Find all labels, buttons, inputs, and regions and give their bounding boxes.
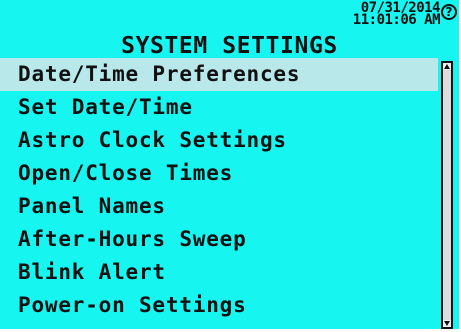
page-title: SYSTEM SETTINGS: [121, 33, 338, 59]
menu-item-blink-alert[interactable]: Blink Alert: [0, 256, 438, 289]
current-time: 11:01:06 AM: [352, 12, 441, 28]
system-settings-screen: 07/31/2014 11:01:06 AM ? SYSTEM SETTINGS…: [0, 0, 461, 329]
menu-scrollbar[interactable]: [441, 61, 453, 329]
help-icon[interactable]: ?: [441, 4, 457, 20]
settings-menu: Date/Time Preferences Set Date/Time Astr…: [0, 58, 438, 322]
menu-item-set-date-time[interactable]: Set Date/Time: [0, 91, 438, 124]
menu-item-astro-clock-settings[interactable]: Astro Clock Settings: [0, 124, 438, 157]
menu-item-date-time-preferences[interactable]: Date/Time Preferences: [0, 58, 438, 91]
menu-item-panel-names[interactable]: Panel Names: [0, 190, 438, 223]
scroll-up-icon[interactable]: [443, 63, 451, 70]
scroll-down-icon[interactable]: [443, 320, 451, 327]
date-time-display: 07/31/2014 11:01:06 AM: [300, 1, 441, 28]
menu-item-power-on-settings[interactable]: Power-on Settings: [0, 289, 438, 322]
menu-item-after-hours-sweep[interactable]: After-Hours Sweep: [0, 223, 438, 256]
menu-item-open-close-times[interactable]: Open/Close Times: [0, 157, 438, 190]
